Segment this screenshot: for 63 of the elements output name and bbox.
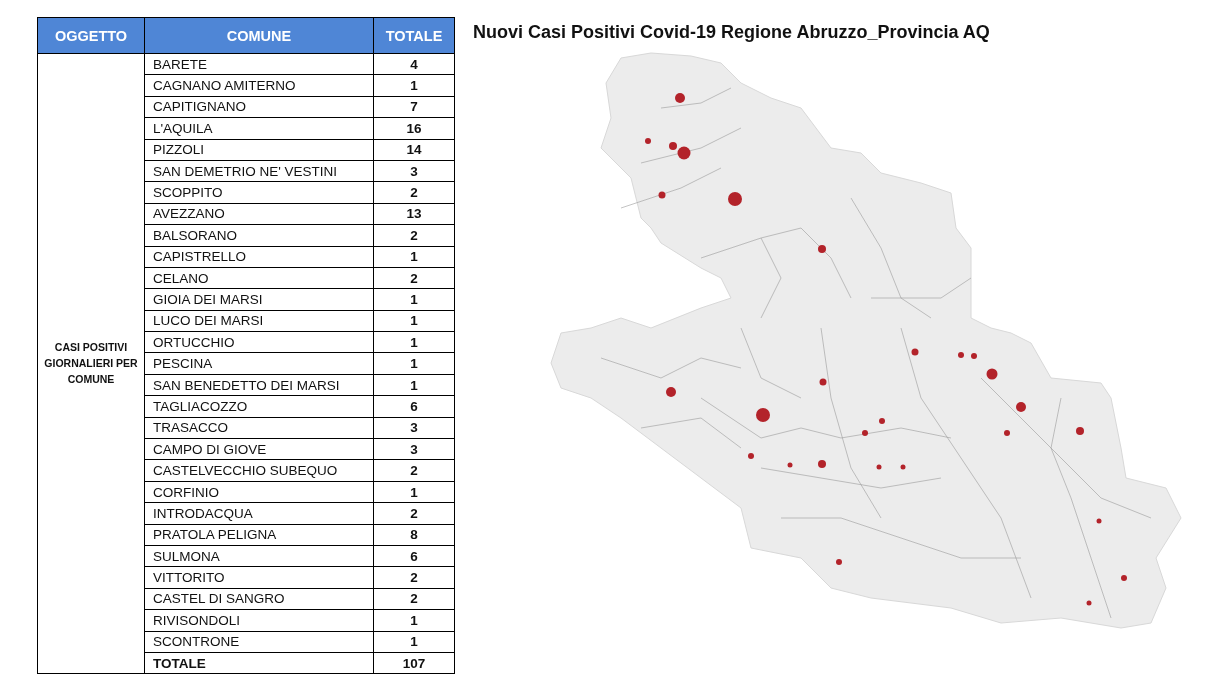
table-cell: VITTORITO	[144, 566, 374, 589]
table-cell: 1	[373, 481, 455, 503]
table-cell: 1	[373, 288, 455, 311]
table-cell: CASTEL DI SANGRO	[144, 588, 374, 610]
table-cell: 4	[373, 53, 455, 75]
table-cell: TAGLIACOZZO	[144, 395, 374, 418]
table-cell: CASTELVECCHIO SUBEQUO	[144, 459, 374, 482]
table-cell: INTRODACQUA	[144, 502, 374, 525]
table-cell: 1	[373, 310, 455, 332]
table-cell: 6	[373, 395, 455, 418]
table-cell: 1	[373, 631, 455, 653]
map-title: Nuovi Casi Positivi Covid-19 Regione Abruzzo_Provincia AQ	[473, 22, 991, 43]
table-cell: 14	[373, 139, 455, 161]
table-cell: 3	[373, 160, 455, 182]
table-cell: 2	[373, 224, 455, 246]
table-cell: 13	[373, 203, 455, 225]
table-cell: CELANO	[144, 267, 374, 289]
table-cell: SCOPPITO	[144, 181, 374, 204]
table-cell: PIZZOLI	[144, 139, 374, 161]
table-cell: 1	[373, 609, 455, 632]
table-cell: TOTALE	[144, 652, 374, 674]
table-cell: 6	[373, 545, 455, 567]
table-cell: 3	[373, 438, 455, 460]
table-cell: 1	[373, 331, 455, 353]
table-cell: CAPITIGNANO	[144, 96, 374, 118]
table-cell: SULMONA	[144, 545, 374, 567]
table-cell: 2	[373, 502, 455, 525]
table-cell: 2	[373, 267, 455, 289]
table-cell: 107	[373, 652, 455, 674]
table-cell: PRATOLA PELIGNA	[144, 524, 374, 546]
table-cell: BALSORANO	[144, 224, 374, 246]
table-cell: 16	[373, 117, 455, 140]
column-header: OGGETTO	[37, 17, 145, 54]
table-cell: TRASACCO	[144, 417, 374, 439]
table-cell: GIOIA DEI MARSI	[144, 288, 374, 311]
table-cell: 1	[373, 74, 455, 97]
table-cell: BARETE	[144, 53, 374, 75]
table-cell: 1	[373, 352, 455, 375]
table-cell: ORTUCCHIO	[144, 331, 374, 353]
table-cell: 2	[373, 588, 455, 610]
table-cell: CASI POSITIVI GIORNALIERI PER COMUNE	[37, 53, 145, 674]
table-cell: 1	[373, 246, 455, 268]
table-cell: CAMPO DI GIOVE	[144, 438, 374, 460]
table-cell: CAPISTRELLO	[144, 246, 374, 268]
column-header: TOTALE	[373, 17, 455, 54]
table-cell: CORFINIO	[144, 481, 374, 503]
table-cell: 3	[373, 417, 455, 439]
table-cell: CAGNANO AMITERNO	[144, 74, 374, 97]
table-cell: SCONTRONE	[144, 631, 374, 653]
table-cell: 1	[373, 374, 455, 396]
table-cell: 2	[373, 459, 455, 482]
table-cell: AVEZZANO	[144, 203, 374, 225]
table-cell: 7	[373, 96, 455, 118]
column-header: COMUNE	[144, 17, 374, 54]
table-cell: LUCO DEI MARSI	[144, 310, 374, 332]
table-cell: RIVISONDOLI	[144, 609, 374, 632]
table-cell: L'AQUILA	[144, 117, 374, 140]
table-cell: 2	[373, 181, 455, 204]
table-cell: 8	[373, 524, 455, 546]
table-cell: SAN DEMETRIO NE' VESTINI	[144, 160, 374, 182]
table-cell: SAN BENEDETTO DEI MARSI	[144, 374, 374, 396]
table-cell: 2	[373, 566, 455, 589]
table-cell: PESCINA	[144, 352, 374, 375]
